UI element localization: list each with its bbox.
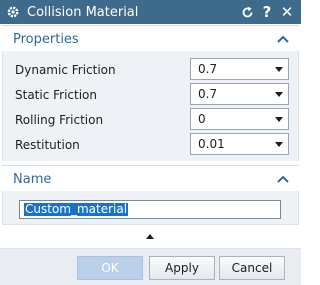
dynamic-friction-row: Dynamic Friction 0.7: [3, 58, 300, 80]
name-input[interactable]: Custom_material: [19, 200, 281, 219]
dialog-footer: OK Apply Cancel: [0, 248, 301, 285]
gear-icon: [1, 0, 25, 24]
name-input-value: Custom_material: [24, 202, 129, 216]
chevron-up-icon[interactable]: [273, 169, 293, 189]
help-icon[interactable]: ?: [257, 0, 277, 24]
apply-button[interactable]: Apply: [149, 256, 215, 280]
static-friction-select[interactable]: 0.7: [190, 83, 289, 105]
chevron-up-icon[interactable]: [273, 29, 293, 49]
close-icon[interactable]: ✕: [277, 0, 297, 24]
restitution-label: Restitution: [15, 138, 80, 152]
ok-button[interactable]: OK: [77, 256, 143, 280]
properties-group-header[interactable]: Properties: [2, 25, 299, 52]
cancel-button[interactable]: Cancel: [219, 256, 285, 280]
rolling-friction-label: Rolling Friction: [15, 113, 104, 127]
name-group-title: Name: [13, 171, 52, 187]
reset-icon[interactable]: [237, 0, 257, 24]
rolling-friction-row: Rolling Friction 0: [3, 108, 300, 130]
chevron-down-icon: [275, 117, 283, 122]
chevron-down-icon: [275, 67, 283, 72]
rolling-friction-value: 0: [198, 112, 206, 126]
name-group-header[interactable]: Name: [2, 165, 299, 192]
restitution-row: Restitution 0.01: [3, 133, 300, 155]
chevron-down-icon: [275, 92, 283, 97]
dynamic-friction-select[interactable]: 0.7: [190, 58, 289, 80]
static-friction-value: 0.7: [198, 87, 218, 101]
static-friction-label: Static Friction: [15, 88, 98, 102]
rolling-friction-select[interactable]: 0: [190, 108, 289, 130]
title-bar: Collision Material ? ✕: [0, 0, 301, 24]
window-title: Collision Material: [27, 4, 139, 20]
static-friction-row: Static Friction 0.7: [3, 83, 300, 105]
properties-panel: Dynamic Friction 0.7 Static Friction 0.7…: [2, 51, 299, 161]
chevron-down-icon: [275, 142, 283, 147]
dynamic-friction-label: Dynamic Friction: [15, 63, 116, 77]
expand-more-icon[interactable]: [146, 234, 154, 239]
restitution-select[interactable]: 0.01: [190, 133, 289, 155]
dynamic-friction-value: 0.7: [198, 62, 218, 76]
name-panel: Custom_material: [2, 191, 299, 225]
properties-group-title: Properties: [13, 31, 79, 47]
restitution-value: 0.01: [198, 137, 225, 151]
